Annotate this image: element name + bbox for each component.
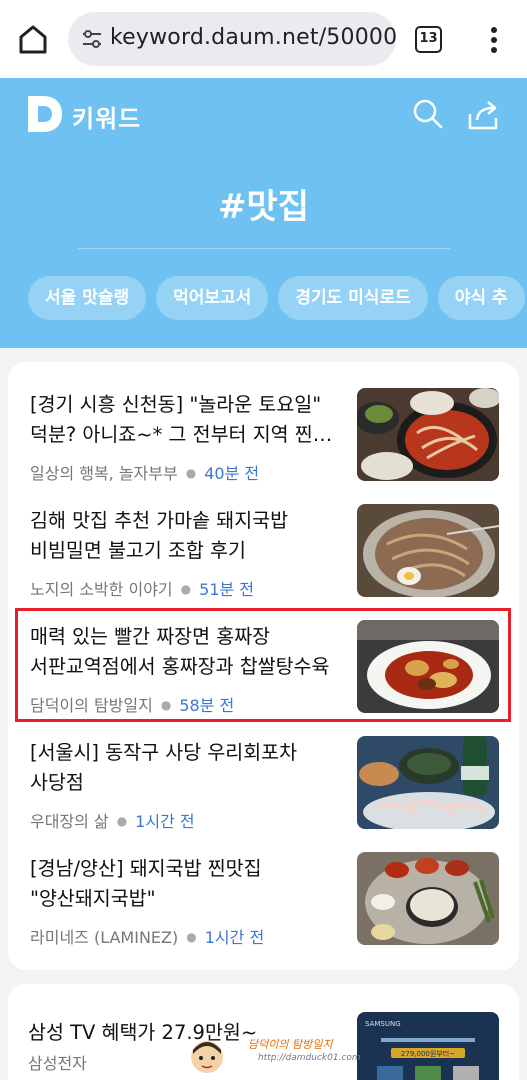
related-keyword-chips: 서울 맛슐랭 먹어보고서 경기도 미식로드 야식 추 xyxy=(28,276,527,320)
list-item[interactable]: [서울시] 동작구 사당 우리회포차 사당점 우대장의 삶 ● 1시간 전 xyxy=(8,734,519,850)
separator-dot: ● xyxy=(185,466,197,480)
article-time: 1시간 전 xyxy=(135,812,195,831)
article-thumbnail[interactable] xyxy=(357,388,499,481)
article-list: [경기 시흥 신천동] "놀라운 토요일" 덕분? 아니죠~* 그 전부터 지역… xyxy=(8,362,519,970)
blog-watermark: 담덕이의 탐방일지 http://damduck01.com xyxy=(190,1036,361,1080)
list-item[interactable]: [경기 시흥 신천동] "놀라운 토요일" 덕분? 아니죠~* 그 전부터 지역… xyxy=(8,386,519,502)
brand-title[interactable]: 키워드 xyxy=(72,99,141,134)
article-time: 40분 전 xyxy=(204,464,260,483)
list-item[interactable]: [경남/양산] 돼지국밥 찐맛집 "양산돼지국밥" 라미네즈 (LAMINEZ)… xyxy=(8,850,519,966)
article-meta: 일상의 행복, 놀자부부 ● 40분 전 xyxy=(30,460,259,484)
list-item[interactable]: 매력 있는 빨간 짜장면 홍짜장 서판교역점에서 홍짜장과 찹쌀탕수육 … 담덕… xyxy=(8,618,519,734)
article-meta: 라미네즈 (LAMINEZ) ● 1시간 전 xyxy=(30,924,264,948)
address-bar[interactable]: keyword.daum.net/500002 xyxy=(68,12,396,66)
ad-thumb-price: 279,000원부터~ xyxy=(401,1049,455,1058)
url-text: keyword.daum.net/500002 xyxy=(110,25,396,50)
chip-seoul-matsyulraeng[interactable]: 서울 맛슐랭 xyxy=(28,276,147,320)
article-thumbnail[interactable] xyxy=(357,620,499,713)
article-source[interactable]: 노지의 소박한 이야기 xyxy=(30,580,173,599)
chip-gyeonggi-misik-road[interactable]: 경기도 미식로드 xyxy=(278,276,428,320)
article-meta: 노지의 소박한 이야기 ● 51분 전 xyxy=(30,576,254,600)
article-source[interactable]: 라미네즈 (LAMINEZ) xyxy=(30,928,178,947)
article-source[interactable]: 담덕이의 탐방일지 xyxy=(30,696,153,715)
separator-dot: ● xyxy=(180,582,192,596)
article-time: 1시간 전 xyxy=(204,928,265,947)
article-thumbnail[interactable] xyxy=(357,504,499,597)
ad-thumbnail-graphic: SAMSUNG 279,000원부터~ xyxy=(357,1012,499,1080)
more-options-icon[interactable] xyxy=(484,24,504,56)
home-icon[interactable] xyxy=(16,22,50,56)
daum-logo-icon[interactable] xyxy=(28,96,62,132)
ad-thumb-brand: SAMSUNG xyxy=(365,1020,401,1028)
article-title[interactable]: [경기 시흥 신천동] "놀라운 토요일" 덕분? 아니죠~* 그 전부터 지역… xyxy=(30,390,340,450)
keyword-title: #맛집 xyxy=(217,187,310,227)
watermark-url: http://damduck01.com xyxy=(258,1053,361,1063)
article-title[interactable]: 김해 맛집 추천 가마솥 돼지국밥 비빔밀면 불고기 조합 후기 xyxy=(30,506,340,566)
separator-dot: ● xyxy=(186,930,197,944)
article-thumbnail[interactable] xyxy=(357,736,499,829)
article-time: 51분 전 xyxy=(199,580,255,599)
header-divider xyxy=(78,248,450,249)
article-meta: 우대장의 삶 ● 1시간 전 xyxy=(30,808,195,832)
ad-source[interactable]: 삼성전자 xyxy=(28,1050,87,1074)
site-settings-icon[interactable] xyxy=(80,27,104,51)
tab-switcher-button[interactable]: 13 xyxy=(415,26,442,53)
article-source[interactable]: 우대장의 삶 xyxy=(30,812,109,831)
list-item[interactable]: 김해 맛집 추천 가마솥 돼지국밥 비빔밀면 불고기 조합 후기 노지의 소박한… xyxy=(8,502,519,618)
search-icon[interactable] xyxy=(412,98,444,130)
article-title[interactable]: [경남/양산] 돼지국밥 찐맛집 "양산돼지국밥" xyxy=(30,854,340,914)
article-title[interactable]: [서울시] 동작구 사당 우리회포차 사당점 xyxy=(30,738,340,798)
chip-meogeobogoseo[interactable]: 먹어보고서 xyxy=(156,276,269,320)
share-icon[interactable] xyxy=(466,98,500,132)
separator-dot: ● xyxy=(116,814,128,828)
browser-toolbar: keyword.daum.net/500002 13 xyxy=(0,0,527,78)
article-thumbnail[interactable] xyxy=(357,852,499,945)
article-source[interactable]: 일상의 행복, 놀자부부 xyxy=(30,464,178,483)
character-avatar-icon xyxy=(191,1041,223,1073)
article-title[interactable]: 매력 있는 빨간 짜장면 홍짜장 서판교역점에서 홍짜장과 찹쌀탕수육 … xyxy=(30,622,340,682)
watermark-text: 담덕이의 탐방일지 xyxy=(248,1038,333,1051)
ad-thumbnail[interactable]: SAMSUNG 279,000원부터~ xyxy=(357,1012,499,1080)
chip-yasik[interactable]: 야식 추 xyxy=(437,276,525,320)
separator-dot: ● xyxy=(160,698,172,712)
article-time: 58분 전 xyxy=(179,696,235,715)
article-meta: 담덕이의 탐방일지 ● 58분 전 xyxy=(30,692,234,716)
